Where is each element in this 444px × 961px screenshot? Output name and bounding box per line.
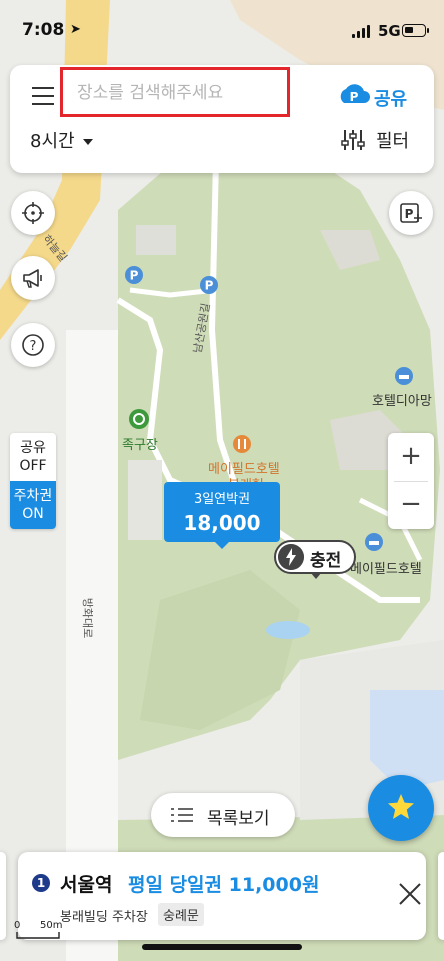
zoom-control: + − [388, 433, 434, 529]
scale-bar [16, 932, 60, 939]
next-card-peek[interactable] [438, 852, 444, 940]
share-toggle[interactable]: 공유 OFF [10, 433, 56, 481]
home-indicator[interactable] [142, 944, 302, 950]
help-button[interactable]: ? [11, 323, 55, 367]
ticket-toggle-label: 주차권 [13, 488, 53, 504]
list-view-label: 목록보기 [207, 809, 270, 829]
parking-add-icon: P [400, 203, 422, 223]
zoom-in-button[interactable]: + [388, 433, 434, 481]
result-number-badge: 1 [32, 874, 50, 892]
sliders-icon [341, 130, 365, 150]
battery-tip [427, 28, 429, 33]
zoom-out-button[interactable]: − [388, 481, 434, 529]
duration-dropdown[interactable]: 8시간 [30, 127, 93, 153]
favorites-button[interactable] [368, 775, 434, 841]
search-input[interactable] [75, 80, 279, 106]
network-type: 5G [378, 22, 401, 40]
ticket-toggle-state: ON [22, 506, 44, 522]
announcement-button[interactable] [11, 256, 55, 300]
charging-marker[interactable]: 충전 [274, 540, 356, 574]
caret-down-icon [82, 139, 93, 145]
charging-label: 충전 [310, 551, 342, 571]
charging-marker-pointer [310, 572, 322, 579]
map-scale: 0 50m [14, 920, 63, 940]
my-location-button[interactable] [11, 191, 55, 235]
result-station: 서울역 [60, 874, 113, 896]
svg-text:P: P [350, 90, 359, 104]
sports-poi-icon[interactable] [128, 408, 150, 430]
crosshair-icon [22, 202, 44, 224]
svg-text:P: P [205, 279, 214, 293]
parking-poi-icon[interactable]: P [199, 275, 219, 295]
restaurant-poi-icon[interactable] [232, 434, 252, 454]
star-icon [388, 794, 414, 819]
location-arrow-icon: ➤ [70, 22, 81, 37]
question-icon: ? [22, 334, 44, 356]
price-marker-price: 18,000 [183, 511, 261, 535]
duration-label: 8시간 [30, 131, 75, 152]
list-view-button[interactable]: 목록보기 [151, 793, 295, 837]
signal-icon [352, 24, 372, 38]
result-lot-name: 봉래빌딩 주차장 [60, 910, 148, 925]
share-label: 공유 [374, 89, 408, 110]
svg-text:P: P [405, 207, 414, 221]
prev-card-peek[interactable] [0, 852, 6, 940]
result-area-tag: 숭례문 [158, 903, 204, 926]
price-marker-pointer [215, 542, 229, 549]
layer-toggle-panel: 공유 OFF 주차권 ON [10, 433, 56, 529]
lightning-icon [278, 544, 304, 570]
price-marker-ticket: 3일연박권 [193, 492, 251, 507]
filter-label: 필터 [376, 131, 410, 152]
search-panel: P 공유 8시간 필터 [10, 65, 434, 173]
map-label-hotel-diamond: 호텔디아망 [372, 394, 432, 409]
battery-icon [402, 24, 426, 37]
parking-register-button[interactable]: P [389, 191, 433, 235]
megaphone-icon [23, 269, 42, 288]
scale-distance: 50m [40, 920, 63, 931]
scale-zero: 0 [14, 920, 21, 931]
svg-text:?: ? [30, 339, 37, 354]
share-toggle-state: OFF [19, 458, 47, 474]
svg-text:P: P [130, 269, 139, 283]
search-box[interactable] [60, 67, 290, 117]
map-label-banghwa-road: 방화대로 [81, 597, 95, 639]
menu-icon[interactable] [32, 87, 54, 105]
map-label-maple-hotel2: 메이필드호텔 [350, 562, 422, 577]
map-label-jokgu: 족구장 [122, 438, 158, 453]
status-bar: 7:08 ➤ 5G [0, 0, 444, 60]
close-icon[interactable] [390, 874, 430, 914]
status-time: 7:08 [22, 20, 65, 40]
list-icon [171, 808, 193, 822]
parking-price-marker[interactable]: 3일연박권 18,000 [164, 482, 280, 542]
parking-poi-icon[interactable]: P [124, 265, 144, 285]
ticket-toggle[interactable]: 주차권 ON [10, 481, 56, 529]
result-offer: 평일 당일권 11,000원 [128, 874, 320, 896]
share-toggle-label: 공유 [20, 440, 46, 456]
hotel-poi-icon[interactable] [394, 366, 414, 386]
hotel-poi-icon[interactable] [364, 532, 384, 552]
parking-share-icon: P [340, 84, 370, 104]
parking-result-card[interactable]: 1 서울역 평일 당일권 11,000원 봉래빌딩 주차장 숭례문 [18, 852, 426, 940]
